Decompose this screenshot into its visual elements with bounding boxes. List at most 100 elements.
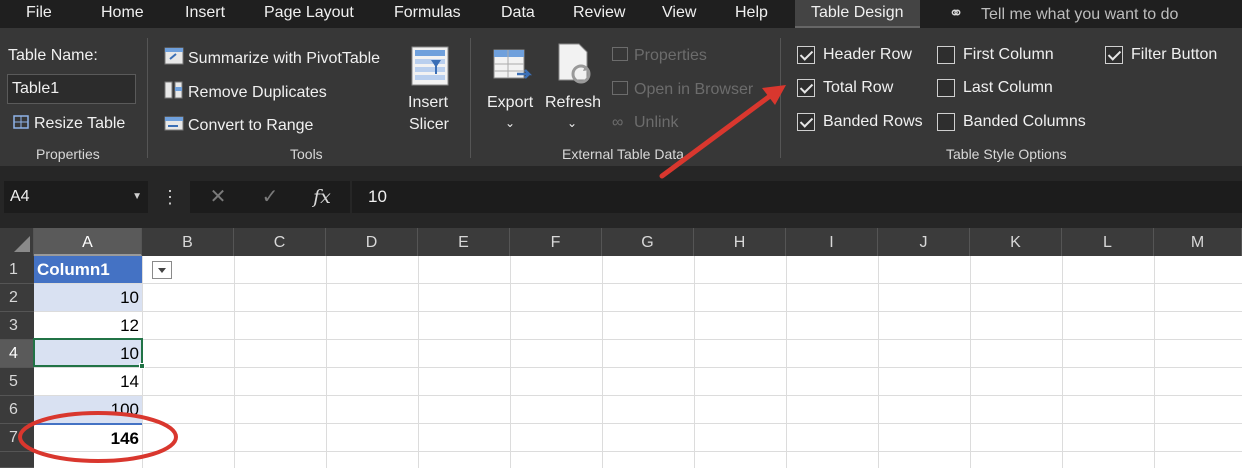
gridline bbox=[786, 256, 787, 468]
cell-a6[interactable]: 100 bbox=[34, 396, 142, 423]
column-header-b[interactable]: B bbox=[142, 228, 234, 256]
ribbon: Table Name: Table1 Resize Table Properti… bbox=[0, 28, 1242, 166]
table-name-label: Table Name: bbox=[8, 47, 98, 64]
column-header-h[interactable]: H bbox=[694, 228, 786, 256]
resize-table-icon bbox=[13, 115, 29, 129]
convert-range-icon bbox=[164, 116, 184, 131]
convert-to-range-label: Convert to Range bbox=[188, 117, 314, 134]
header-row-label: Header Row bbox=[823, 46, 912, 63]
open-in-browser-button[interactable]: Open in Browser bbox=[612, 81, 757, 99]
cell-a5[interactable]: 14 bbox=[34, 368, 142, 395]
refresh-dropdown-icon[interactable]: ⌄ bbox=[567, 116, 577, 130]
gridline bbox=[1062, 256, 1063, 468]
name-box-value: A4 bbox=[10, 188, 30, 205]
cell-a2[interactable]: 10 bbox=[34, 284, 142, 311]
name-box[interactable]: A4 ▼ bbox=[4, 181, 148, 213]
row-header-4[interactable]: 4 bbox=[0, 340, 34, 368]
tab-home[interactable]: Home bbox=[101, 0, 144, 28]
export-dropdown-icon[interactable]: ⌄ bbox=[505, 116, 515, 130]
unlink-icon: ∞ bbox=[612, 114, 624, 131]
row-header-7[interactable]: 7 bbox=[0, 424, 34, 452]
row-header-6[interactable]: 6 bbox=[0, 396, 34, 424]
formula-input[interactable]: 10 bbox=[352, 181, 1242, 213]
filter-dropdown-icon[interactable] bbox=[152, 261, 172, 279]
gridline bbox=[418, 256, 419, 468]
total-row-checkbox[interactable] bbox=[797, 79, 815, 97]
row-header-1[interactable]: 1 bbox=[0, 256, 34, 284]
row-header-5[interactable]: 5 bbox=[0, 368, 34, 396]
filter-button-checkbox[interactable] bbox=[1105, 46, 1123, 64]
open-browser-icon bbox=[612, 81, 628, 95]
summarize-pivot-label: Summarize with PivotTable bbox=[188, 50, 381, 67]
insert-slicer-button[interactable] bbox=[411, 46, 449, 91]
group-style-options-label: Table Style Options bbox=[946, 146, 1067, 162]
column-header-g[interactable]: G bbox=[602, 228, 694, 256]
banded-columns-checkbox[interactable] bbox=[937, 113, 955, 131]
insert-function-icon[interactable]: fx bbox=[308, 181, 336, 213]
row-header-3[interactable]: 3 bbox=[0, 312, 34, 340]
summarize-pivot-button[interactable]: Summarize with PivotTable bbox=[164, 47, 380, 68]
gridline bbox=[694, 256, 695, 468]
tab-help[interactable]: Help bbox=[735, 0, 768, 28]
column-header-d[interactable]: D bbox=[326, 228, 418, 256]
export-button[interactable] bbox=[493, 46, 533, 91]
row-header-2[interactable]: 2 bbox=[0, 284, 34, 312]
row-header-8[interactable] bbox=[0, 452, 34, 468]
first-column-label: First Column bbox=[963, 46, 1054, 63]
tab-view[interactable]: View bbox=[662, 0, 696, 28]
unlink-button[interactable]: ∞ Unlink bbox=[612, 114, 678, 132]
group-external-label: External Table Data bbox=[562, 146, 684, 162]
column-header-e[interactable]: E bbox=[418, 228, 510, 256]
cancel-icon[interactable]: ✕ bbox=[205, 181, 231, 213]
select-all-corner[interactable] bbox=[0, 228, 34, 256]
tell-me-text: Tell me what you want to do bbox=[981, 6, 1179, 23]
resize-table-button[interactable]: Resize Table bbox=[12, 114, 125, 133]
column-header-l[interactable]: L bbox=[1062, 228, 1154, 256]
gridline bbox=[602, 256, 603, 468]
column-header-j[interactable]: J bbox=[878, 228, 970, 256]
more-options-icon[interactable]: ⋮ bbox=[160, 181, 180, 213]
column-header-m[interactable]: M bbox=[1154, 228, 1242, 256]
cell-a3[interactable]: 12 bbox=[34, 312, 142, 339]
enter-icon[interactable]: ✓ bbox=[257, 181, 283, 213]
total-row-label: Total Row bbox=[823, 79, 894, 96]
table-name-input[interactable]: Table1 bbox=[7, 74, 136, 104]
column-header-c[interactable]: C bbox=[234, 228, 326, 256]
column-header-f[interactable]: F bbox=[510, 228, 602, 256]
banded-columns-label: Banded Columns bbox=[963, 113, 1086, 130]
column-header-a[interactable]: A bbox=[34, 228, 142, 256]
refresh-button[interactable] bbox=[555, 42, 595, 91]
banded-rows-checkbox[interactable] bbox=[797, 113, 815, 131]
first-column-checkbox[interactable] bbox=[937, 46, 955, 64]
select-all-icon bbox=[14, 236, 30, 252]
tell-me-search[interactable]: ⚭ Tell me what you want to do bbox=[945, 0, 1178, 28]
fill-handle[interactable] bbox=[139, 363, 145, 369]
header-row-checkbox[interactable] bbox=[797, 46, 815, 64]
column-header-i[interactable]: I bbox=[786, 228, 878, 256]
gridline bbox=[878, 256, 879, 468]
chevron-down-icon[interactable]: ▼ bbox=[132, 181, 142, 213]
remove-duplicates-icon bbox=[164, 81, 183, 99]
tab-review[interactable]: Review bbox=[573, 0, 625, 28]
remove-duplicates-button[interactable]: Remove Duplicates bbox=[164, 81, 327, 102]
last-column-checkbox[interactable] bbox=[937, 79, 955, 97]
separator bbox=[780, 38, 781, 158]
tab-formulas[interactable]: Formulas bbox=[394, 0, 461, 28]
tab-file[interactable]: File bbox=[26, 0, 52, 28]
unlink-label: Unlink bbox=[634, 114, 679, 131]
remove-duplicates-label: Remove Duplicates bbox=[188, 84, 327, 101]
convert-to-range-button[interactable]: Convert to Range bbox=[164, 114, 313, 135]
spreadsheet-grid: A B C D E F G H I J K L M 1 2 3 4 5 6 7 … bbox=[0, 228, 1242, 468]
tab-data[interactable]: Data bbox=[501, 0, 535, 28]
column-header-k[interactable]: K bbox=[970, 228, 1062, 256]
gridline bbox=[34, 367, 1242, 368]
tab-table-design[interactable]: Table Design bbox=[795, 0, 920, 28]
total-row-cell[interactable]: 146 bbox=[34, 423, 142, 451]
filter-button-label: Filter Button bbox=[1131, 46, 1218, 63]
table-header-cell[interactable]: Column1 bbox=[34, 256, 172, 283]
tab-page-layout[interactable]: Page Layout bbox=[264, 0, 354, 28]
insert-slicer-label-2: Slicer bbox=[409, 116, 450, 133]
separator bbox=[470, 38, 471, 158]
tab-insert[interactable]: Insert bbox=[185, 0, 225, 28]
properties-button[interactable]: Properties bbox=[612, 47, 707, 65]
